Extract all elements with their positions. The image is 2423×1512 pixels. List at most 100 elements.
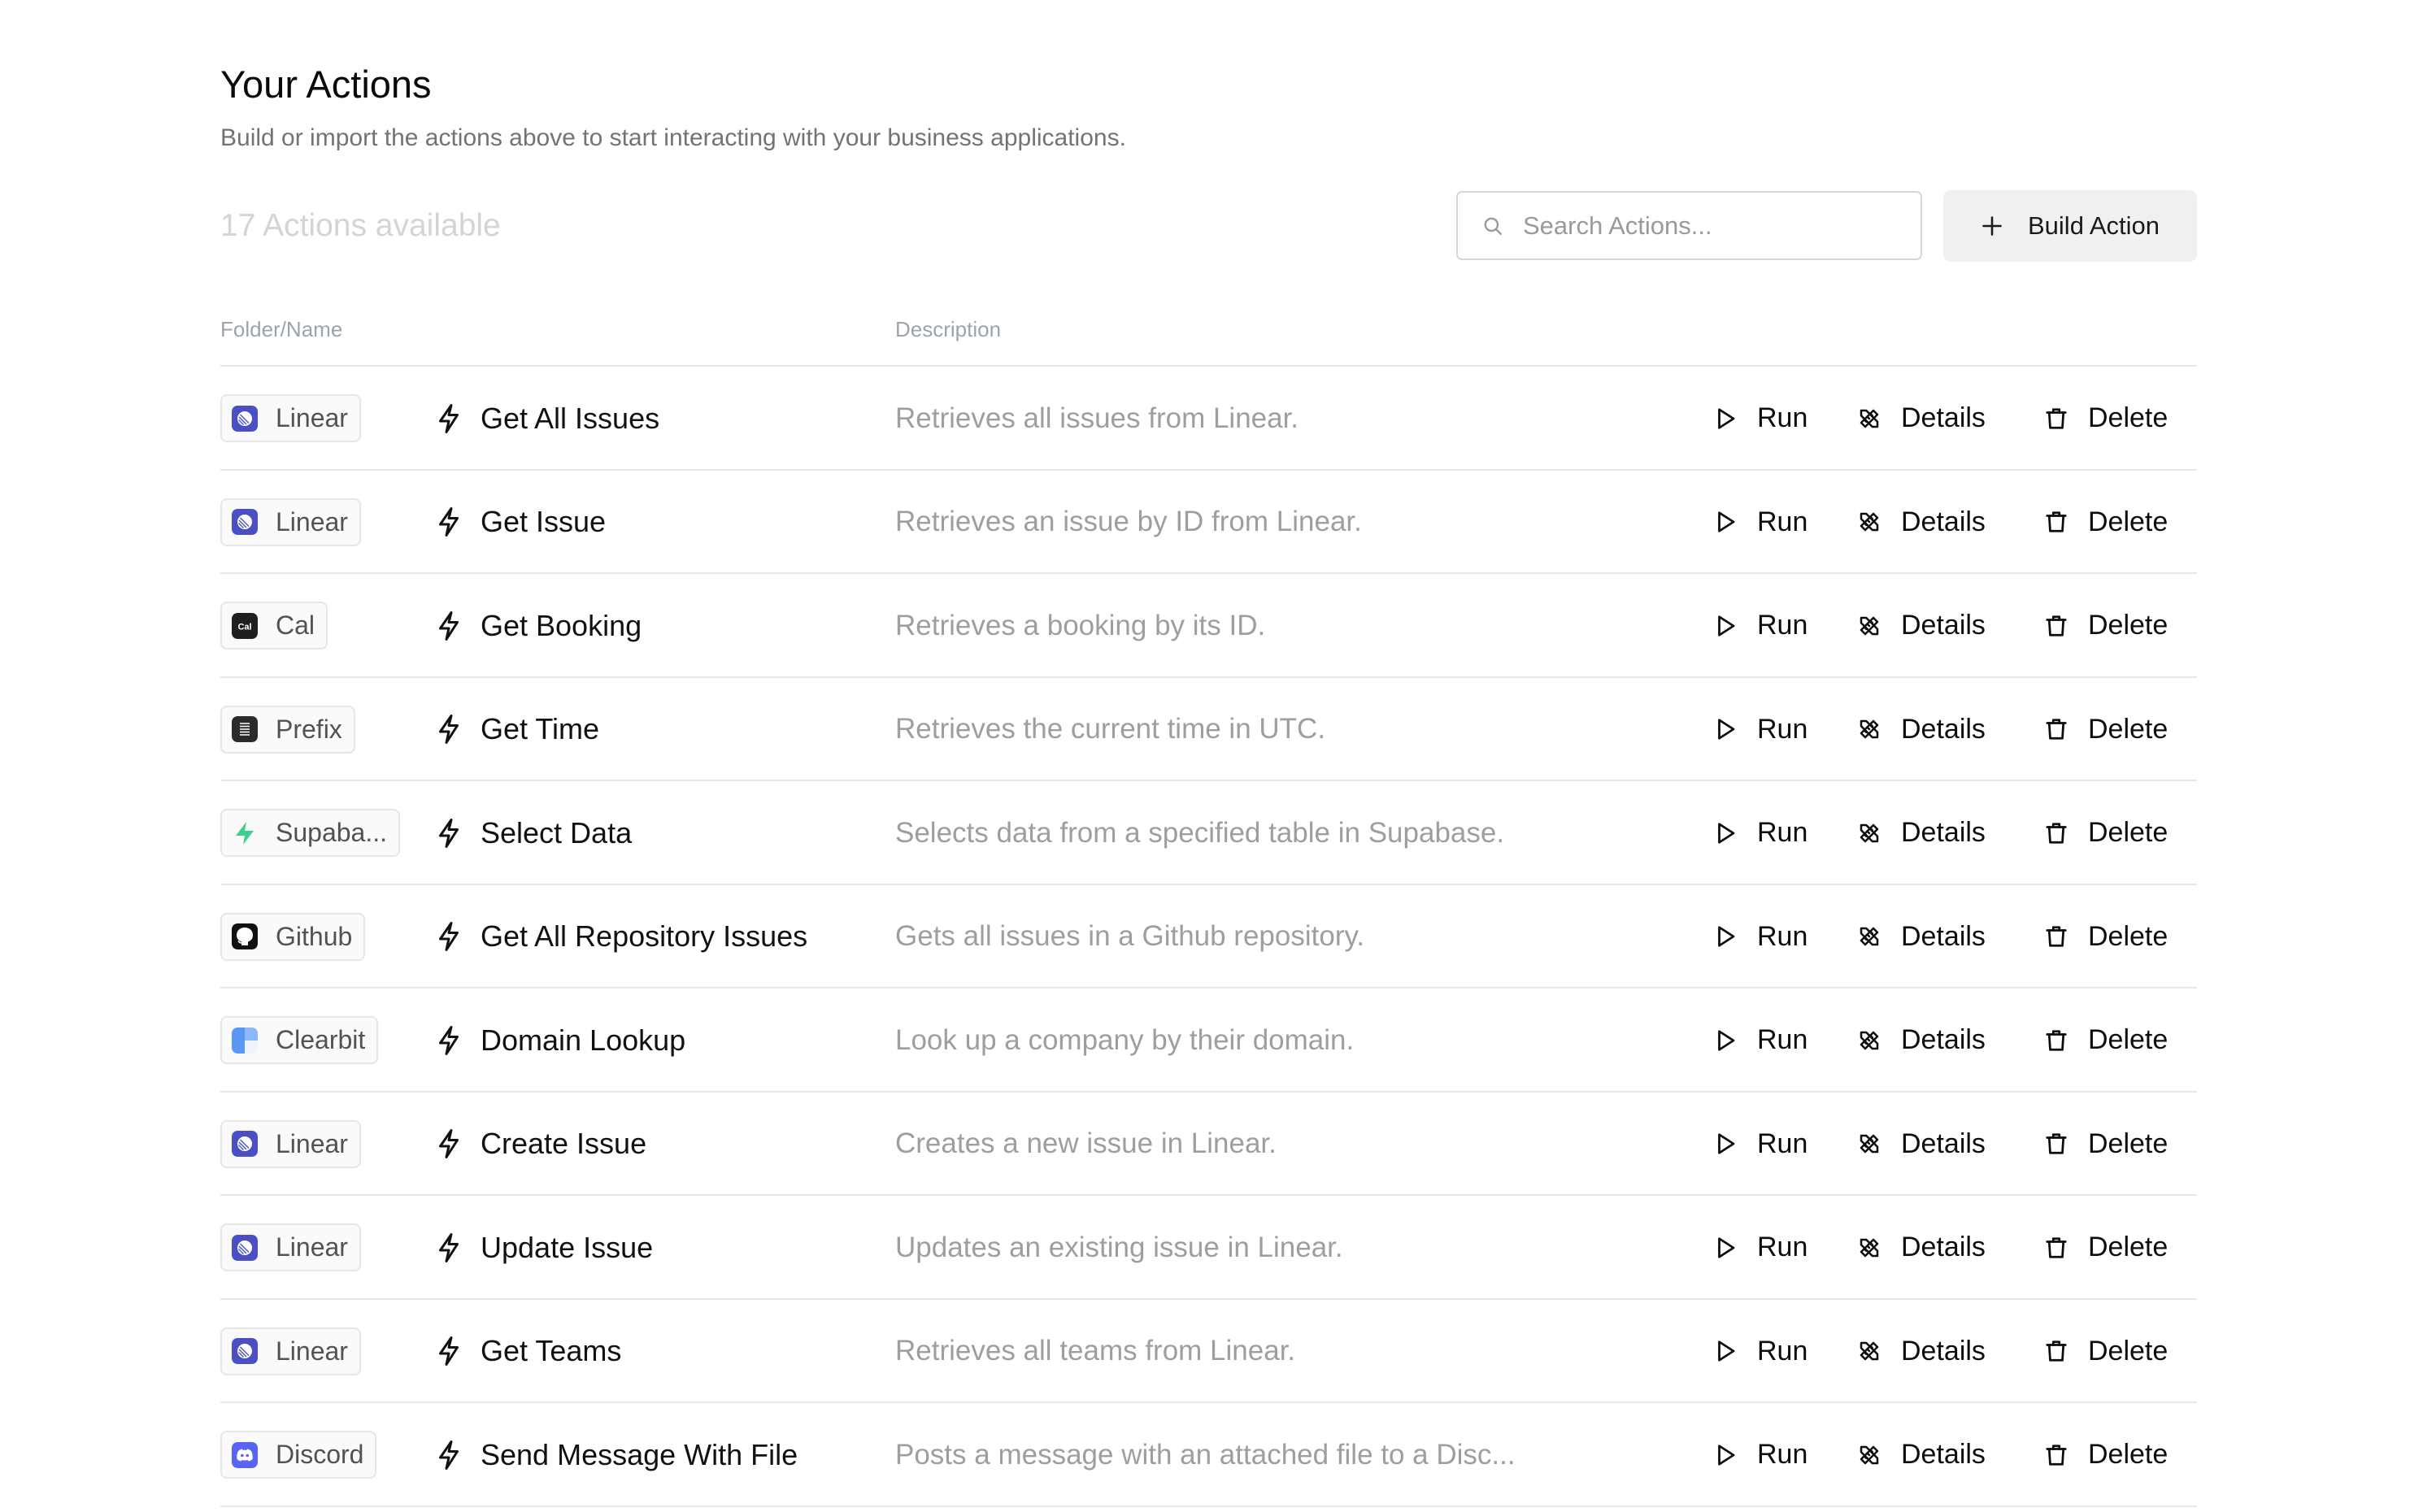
- details-button[interactable]: Details: [1857, 1403, 1986, 1506]
- folder-badge[interactable]: Linear: [220, 394, 361, 442]
- details-button[interactable]: Details: [1857, 471, 1986, 574]
- details-button[interactable]: Details: [1857, 1300, 1986, 1403]
- delete-label: Delete: [2088, 713, 2169, 745]
- action-name: Get Time: [481, 712, 600, 745]
- folder-badge[interactable]: Linear: [220, 1119, 361, 1168]
- details-button[interactable]: Details: [1857, 1093, 1986, 1196]
- prefix-icon: [232, 716, 258, 742]
- run-button[interactable]: Run: [1713, 1403, 1807, 1506]
- folder-label: Linear: [276, 1336, 348, 1366]
- run-button[interactable]: Run: [1713, 678, 1807, 781]
- lightning-icon: [439, 1129, 459, 1158]
- run-button[interactable]: Run: [1713, 574, 1807, 677]
- delete-label: Delete: [2088, 817, 2169, 848]
- details-button[interactable]: Details: [1857, 678, 1986, 781]
- details-button[interactable]: Details: [1857, 574, 1986, 677]
- folder-label: Supaba...: [276, 818, 387, 847]
- table-row: Cal Cal Get Booking Retrieves a booking …: [220, 574, 2197, 678]
- delete-button[interactable]: Delete: [2044, 781, 2168, 884]
- delete-button[interactable]: Delete: [2044, 1300, 2168, 1403]
- search-box[interactable]: [1456, 191, 1922, 260]
- table-row: Linear Get All Issues Retrieves all issu…: [220, 367, 2197, 471]
- play-icon: [1718, 1236, 1735, 1258]
- delete-button[interactable]: Delete: [2044, 1093, 2168, 1196]
- run-button[interactable]: Run: [1713, 1093, 1807, 1196]
- delete-button[interactable]: Delete: [2044, 471, 2168, 574]
- delete-button[interactable]: Delete: [2044, 885, 2168, 988]
- delete-button[interactable]: Delete: [2044, 1403, 2168, 1506]
- play-icon: [1718, 926, 1735, 947]
- delete-button[interactable]: Delete: [2044, 1196, 2168, 1299]
- delete-button[interactable]: Delete: [2044, 988, 2168, 1092]
- details-button[interactable]: Details: [1857, 781, 1986, 884]
- search-input[interactable]: [1523, 211, 1897, 241]
- delete-button[interactable]: Delete: [2044, 367, 2168, 470]
- folder-badge[interactable]: Linear: [220, 497, 361, 546]
- play-icon: [1718, 615, 1735, 637]
- table-row: Github Get All Repository Issues Gets al…: [220, 885, 2197, 988]
- pencil-ruler-icon: [1860, 719, 1879, 739]
- delete-button[interactable]: Delete: [2044, 678, 2168, 781]
- run-button[interactable]: Run: [1713, 1300, 1807, 1403]
- details-button[interactable]: Details: [1857, 885, 1986, 988]
- details-button[interactable]: Details: [1857, 988, 1986, 1092]
- folder-badge[interactable]: Cal Cal: [220, 602, 328, 650]
- trash-icon: [2046, 1340, 2067, 1362]
- page-title: Your Actions: [220, 63, 432, 106]
- trash-icon: [2046, 822, 2067, 844]
- run-label: Run: [1757, 1127, 1808, 1159]
- table-row: Clearbit Domain Lookup Look up a company…: [220, 988, 2197, 1093]
- run-label: Run: [1757, 402, 1808, 433]
- table-row: Linear Create Issue Creates a new issue …: [220, 1093, 2197, 1196]
- details-button[interactable]: Details: [1857, 367, 1986, 470]
- table-row: Linear Get Teams Retrieves all teams fro…: [220, 1300, 2197, 1403]
- pencil-ruler-icon: [1860, 1238, 1879, 1257]
- play-icon: [1718, 1133, 1735, 1154]
- run-button[interactable]: Run: [1713, 781, 1807, 884]
- folder-badge[interactable]: Linear: [220, 1327, 361, 1375]
- pencil-ruler-icon: [1860, 1134, 1879, 1154]
- folder-label: Linear: [276, 403, 348, 432]
- cal-icon: Cal: [232, 612, 258, 639]
- folder-badge[interactable]: Prefix: [220, 705, 355, 754]
- plus-icon: [1982, 216, 2002, 236]
- play-icon: [1718, 822, 1735, 844]
- run-button[interactable]: Run: [1713, 988, 1807, 1092]
- folder-badge[interactable]: Linear: [220, 1223, 361, 1271]
- folder-badge[interactable]: Github: [220, 912, 366, 961]
- delete-button[interactable]: Delete: [2044, 574, 2168, 677]
- action-name-cell: Domain Lookup: [437, 988, 685, 1092]
- folder-label: Linear: [276, 1232, 348, 1262]
- build-action-label: Build Action: [2028, 211, 2160, 240]
- action-description: Retrieves all issues from Linear.: [895, 402, 1299, 434]
- pencil-ruler-icon: [1860, 927, 1879, 946]
- run-button[interactable]: Run: [1713, 885, 1807, 988]
- lightning-icon: [439, 1440, 459, 1470]
- action-name-cell: Get All Repository Issues: [437, 885, 807, 988]
- discord-icon: [232, 1441, 258, 1468]
- details-label: Details: [1901, 920, 1986, 952]
- actions-table: Linear Get All Issues Retrieves all issu…: [220, 367, 2197, 1507]
- linear-icon: [232, 405, 258, 432]
- action-name: Create Issue: [481, 1127, 647, 1160]
- run-button[interactable]: Run: [1713, 471, 1807, 574]
- play-icon: [1718, 1029, 1735, 1051]
- folder-badge[interactable]: Clearbit: [220, 1016, 379, 1064]
- build-action-button[interactable]: Build Action: [1943, 190, 2197, 262]
- run-button[interactable]: Run: [1713, 367, 1807, 470]
- trash-icon: [2046, 926, 2067, 947]
- run-button[interactable]: Run: [1713, 1196, 1807, 1299]
- run-label: Run: [1757, 713, 1808, 745]
- folder-badge[interactable]: Discord: [220, 1431, 377, 1479]
- details-button[interactable]: Details: [1857, 1196, 1986, 1299]
- actions-page: Your Actions Build or import the actions…: [220, 0, 2197, 1512]
- lightning-icon: [439, 818, 459, 848]
- delete-label: Delete: [2088, 506, 2169, 537]
- details-label: Details: [1901, 1024, 1986, 1055]
- action-name-cell: Get Teams: [437, 1300, 621, 1403]
- action-name: Get Issue: [481, 505, 607, 538]
- delete-label: Delete: [2088, 920, 2169, 952]
- run-label: Run: [1757, 1439, 1808, 1470]
- folder-label: Cal: [276, 610, 315, 640]
- folder-badge[interactable]: Supaba...: [220, 809, 400, 857]
